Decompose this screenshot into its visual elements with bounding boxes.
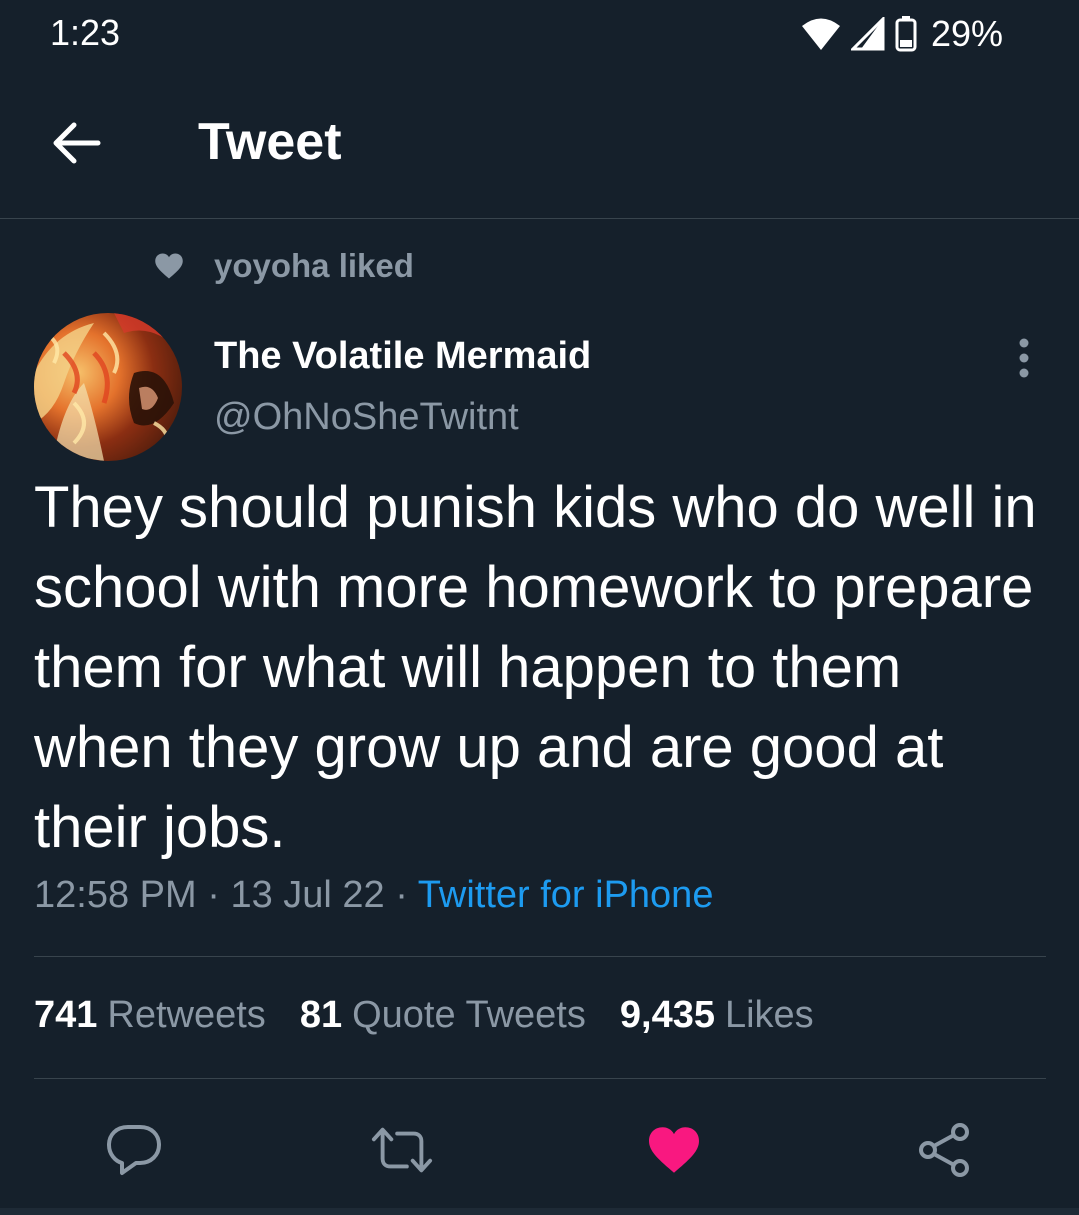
social-context-label: yoyoha liked [214, 247, 414, 284]
quote-tweets-stat[interactable]: 81 Quote Tweets [300, 994, 586, 1037]
likes-label: Likes [724, 994, 814, 1036]
likes-count: 9,435 [619, 994, 715, 1036]
reply-button[interactable] [102, 1118, 166, 1182]
share-button[interactable] [912, 1118, 976, 1182]
battery-percentage: 29% [930, 13, 1003, 54]
heart-icon [649, 1127, 699, 1173]
meta-separator: · [207, 874, 220, 916]
quotes-count: 81 [299, 994, 343, 1036]
quotes-label: Quote Tweets [352, 994, 586, 1036]
retweets-stat[interactable]: 741 Retweets [34, 994, 266, 1037]
avatar[interactable] [34, 313, 182, 461]
status-icons: 29% [801, 12, 1003, 56]
bottom-edge [0, 1208, 1079, 1215]
tweet-time: 12:58 PM [34, 874, 197, 916]
status-bar: 1:23 29% [0, 0, 1079, 70]
divider [34, 956, 1046, 957]
wifi-icon [801, 18, 840, 50]
reply-icon [107, 1125, 161, 1175]
more-options-button[interactable] [1004, 336, 1044, 380]
back-arrow-icon [53, 122, 101, 164]
retweet-icon [371, 1127, 433, 1173]
tweet-actions [0, 1110, 1079, 1190]
social-context[interactable]: yoyoha liked [154, 246, 414, 286]
share-icon [919, 1123, 969, 1177]
more-vertical-icon [1019, 338, 1029, 378]
likes-stat[interactable]: 9,435 Likes [620, 994, 814, 1037]
tweet-date: 13 Jul 22 [230, 874, 385, 916]
back-button[interactable] [44, 110, 110, 176]
tweet-source-link[interactable]: Twitter for iPhone [418, 874, 714, 916]
tweet-meta: 12:58 PM · 13 Jul 22 · Twitter for iPhon… [34, 874, 713, 917]
tweet-stats: 741 Retweets 81 Quote Tweets 9,435 Likes [34, 994, 814, 1037]
author-name[interactable]: The Volatile Mermaid [214, 335, 591, 378]
heart-icon [155, 253, 183, 279]
retweet-button[interactable] [370, 1118, 434, 1182]
status-time: 1:23 [50, 12, 121, 53]
app-header: Tweet [0, 70, 1079, 219]
like-button[interactable] [642, 1118, 706, 1182]
author-handle[interactable]: @OhNoSheTwitnt [214, 396, 519, 439]
retweets-label: Retweets [107, 994, 266, 1036]
meta-separator: · [395, 874, 408, 916]
signal-icon [850, 17, 885, 51]
retweets-count: 741 [34, 994, 98, 1036]
page-title: Tweet [198, 113, 342, 171]
tweet-text: They should punish kids who do well in s… [34, 475, 1037, 860]
divider [34, 1078, 1046, 1079]
battery-icon [895, 16, 917, 52]
avatar-image [34, 313, 182, 461]
